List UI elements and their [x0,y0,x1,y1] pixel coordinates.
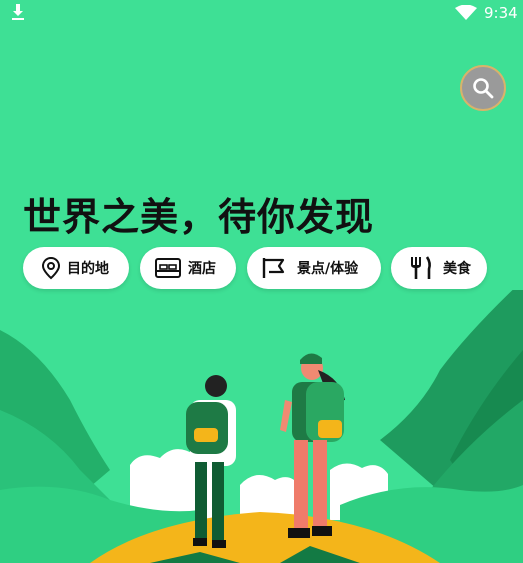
flag-icon [262,258,285,278]
page-title: 世界之美，待你发现 [23,195,375,239]
category-label: 酒店 [188,261,216,277]
search-button[interactable] [460,65,506,111]
category-hotel-button[interactable]: 酒店 [140,247,236,289]
status-time: 9:34 [484,4,518,22]
location-pin-icon [41,256,61,280]
category-label: 目的地 [67,261,109,277]
download-icon [12,4,24,20]
hero-illustration [0,290,523,563]
category-label: 景点/体验 [297,261,359,277]
search-icon [473,78,494,99]
category-destination-button[interactable]: 目的地 [23,247,129,289]
category-label: 美食 [443,261,471,277]
status-bar: 9:34 [0,0,523,28]
bed-icon [155,258,181,278]
fork-knife-icon [411,256,431,279]
wifi-icon [455,5,477,20]
category-attraction-button[interactable]: 景点/体验 [247,247,381,289]
category-food-button[interactable]: 美食 [391,247,487,289]
